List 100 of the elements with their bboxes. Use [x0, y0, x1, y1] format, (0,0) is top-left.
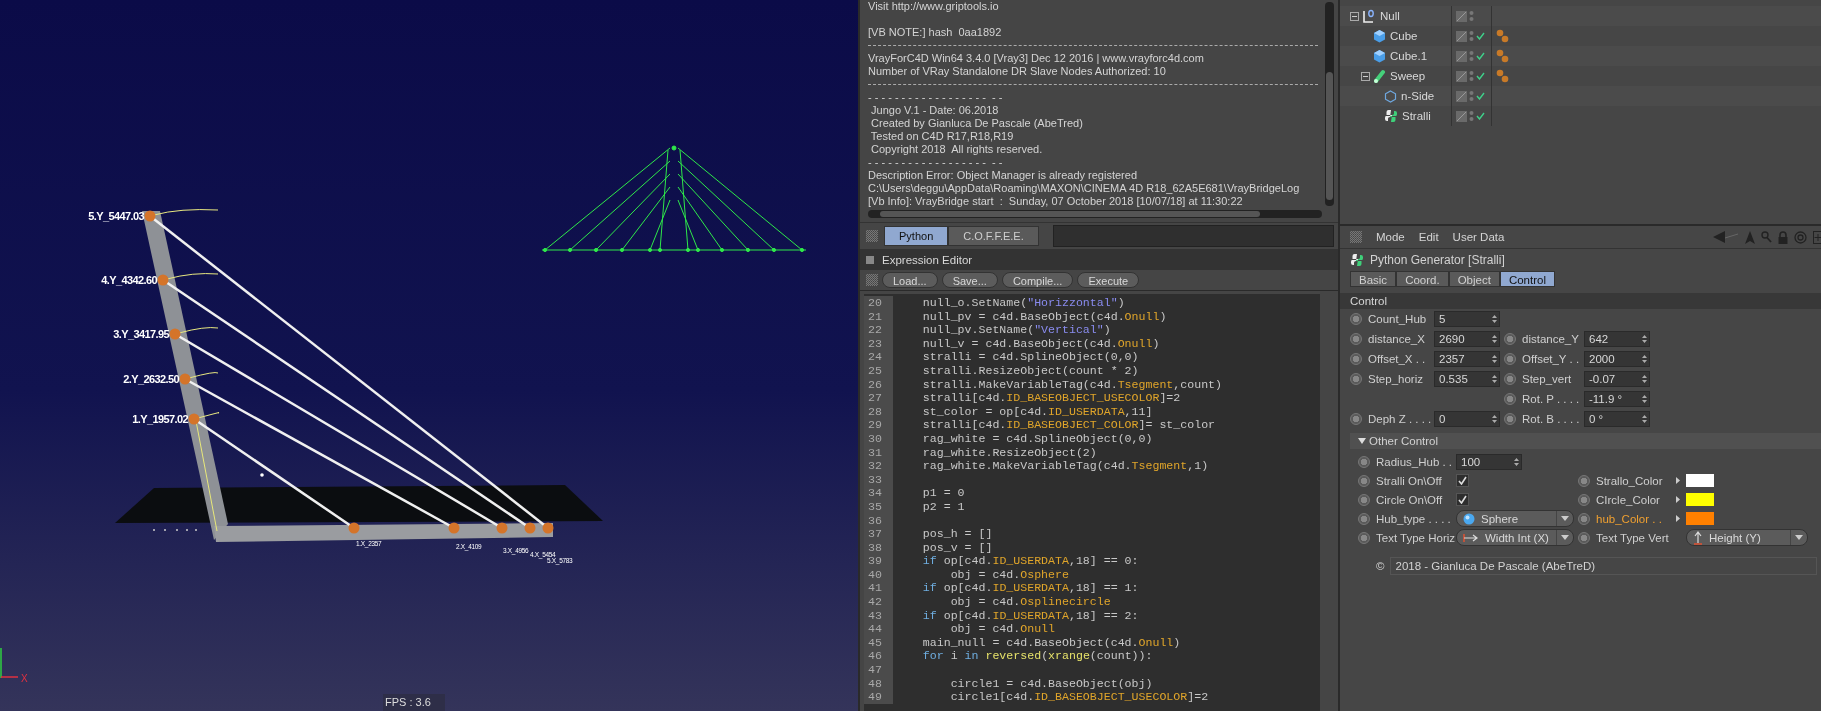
- checkbox[interactable]: [1456, 474, 1469, 487]
- horizontal-scrollbar[interactable]: [868, 210, 1322, 218]
- material-tag-icon[interactable]: [1496, 69, 1509, 83]
- spinner-arrows-icon[interactable]: [1642, 374, 1647, 384]
- language-tab[interactable]: Python: [884, 226, 949, 246]
- keyframe-button[interactable]: [1358, 531, 1370, 544]
- target-icon[interactable]: [1794, 230, 1807, 244]
- number-field[interactable]: 100: [1456, 453, 1522, 470]
- grip-icon[interactable]: [866, 230, 878, 242]
- number-field[interactable]: 0: [1434, 411, 1500, 427]
- layer-icon[interactable]: [1456, 30, 1467, 42]
- number-field[interactable]: -11.9 °: [1584, 391, 1650, 407]
- check-icon[interactable]: [1476, 32, 1485, 40]
- layer-icon[interactable]: [1456, 50, 1467, 62]
- visibility-dots-icon[interactable]: [1469, 30, 1474, 42]
- caret-icon[interactable]: [1561, 535, 1569, 540]
- search-icon[interactable]: [1761, 231, 1772, 243]
- material-tag-icon[interactable]: [1496, 29, 1509, 43]
- keyframe-button[interactable]: [1350, 373, 1362, 385]
- keyframe-button[interactable]: [1504, 373, 1516, 385]
- keyframe-button[interactable]: [1350, 353, 1362, 365]
- spinner-arrows-icon[interactable]: [1492, 314, 1497, 324]
- menu-item[interactable]: Edit: [1418, 231, 1439, 243]
- language-tab[interactable]: C.O.F.F.E.E.: [948, 226, 1039, 246]
- number-field[interactable]: 2000: [1584, 351, 1650, 367]
- number-field[interactable]: 642: [1584, 331, 1650, 347]
- number-field[interactable]: 2357: [1434, 351, 1500, 367]
- vertical-scrollbar[interactable]: [1325, 2, 1334, 206]
- keyframe-button[interactable]: [1578, 512, 1590, 525]
- lock-icon[interactable]: [1778, 230, 1788, 244]
- caret-icon[interactable]: [1795, 535, 1803, 540]
- attribute-tab[interactable]: Control: [1499, 271, 1555, 287]
- material-tag-icon[interactable]: [1496, 49, 1509, 63]
- number-field[interactable]: -0.07: [1584, 371, 1650, 387]
- number-field[interactable]: 0.535: [1434, 371, 1500, 387]
- dropdown[interactable]: Height (Y): [1686, 529, 1808, 546]
- object-name[interactable]: Stralli: [1402, 110, 1431, 122]
- cursor-arrow-icon[interactable]: [1745, 230, 1755, 244]
- menu-item[interactable]: Mode: [1376, 231, 1405, 243]
- keyframe-button[interactable]: [1504, 333, 1516, 345]
- keyframe-button[interactable]: [1358, 493, 1370, 506]
- spinner-arrows-icon[interactable]: [1492, 374, 1497, 384]
- keyframe-button[interactable]: [1358, 512, 1370, 525]
- number-field[interactable]: 0 °: [1584, 411, 1650, 427]
- attribute-tab[interactable]: Basic: [1350, 271, 1397, 287]
- object-name[interactable]: Cube.1: [1390, 50, 1428, 62]
- grip-icon[interactable]: [866, 274, 878, 286]
- new-panel-icon[interactable]: [1813, 230, 1821, 244]
- object-name[interactable]: Null: [1380, 10, 1400, 22]
- checkbox[interactable]: [1456, 493, 1469, 506]
- expand-arrow-icon[interactable]: [1676, 515, 1680, 522]
- layer-icon[interactable]: [1456, 10, 1467, 22]
- check-icon[interactable]: [1476, 52, 1485, 60]
- keyframe-button[interactable]: [1504, 393, 1516, 405]
- spinner-arrows-icon[interactable]: [1642, 334, 1647, 344]
- color-swatch[interactable]: [1686, 512, 1714, 525]
- visibility-dots-icon[interactable]: [1469, 50, 1474, 62]
- object-name[interactable]: Sweep: [1390, 70, 1426, 82]
- check-icon[interactable]: [1476, 112, 1485, 120]
- color-swatch[interactable]: [1686, 474, 1714, 487]
- menu-item[interactable]: User Data: [1452, 231, 1505, 243]
- object-name[interactable]: n-Side: [1401, 90, 1435, 102]
- spinner-arrows-icon[interactable]: [1642, 354, 1647, 364]
- visibility-dots-icon[interactable]: [1469, 90, 1474, 102]
- spinner-arrows-icon[interactable]: [1492, 334, 1497, 344]
- keyframe-button[interactable]: [1350, 413, 1362, 425]
- back-arrow-icon[interactable]: [1713, 231, 1739, 243]
- attribute-tab[interactable]: Object: [1448, 271, 1500, 287]
- color-swatch[interactable]: [1686, 493, 1714, 506]
- group-header[interactable]: Other Control: [1350, 433, 1821, 449]
- keyframe-button[interactable]: [1350, 333, 1362, 345]
- number-field[interactable]: 5: [1434, 311, 1500, 327]
- keyframe-button[interactable]: [1578, 531, 1590, 544]
- caret-icon[interactable]: [1561, 516, 1569, 521]
- command-input-field[interactable]: [1052, 225, 1334, 247]
- collapse-toggle[interactable]: [1350, 11, 1359, 21]
- attribute-tab[interactable]: Coord.: [1396, 271, 1449, 287]
- editor-button[interactable]: Load...: [882, 272, 938, 288]
- spinner-arrows-icon[interactable]: [1492, 354, 1497, 364]
- collapse-arrow-icon[interactable]: [1358, 438, 1366, 444]
- visibility-dots-icon[interactable]: [1469, 110, 1474, 122]
- keyframe-button[interactable]: [1358, 474, 1370, 487]
- keyframe-button[interactable]: [1358, 455, 1370, 468]
- spinner-arrows-icon[interactable]: [1514, 456, 1519, 467]
- number-field[interactable]: 2690: [1434, 331, 1500, 347]
- keyframe-button[interactable]: [1578, 474, 1590, 487]
- editor-button[interactable]: Save...: [941, 272, 998, 288]
- layer-icon[interactable]: [1456, 90, 1467, 102]
- check-icon[interactable]: [1476, 92, 1485, 100]
- dropdown[interactable]: Sphere: [1456, 510, 1574, 527]
- keyframe-button[interactable]: [1578, 493, 1590, 506]
- spinner-arrows-icon[interactable]: [1492, 414, 1497, 424]
- layer-icon[interactable]: [1456, 110, 1467, 122]
- grip-icon[interactable]: [1350, 231, 1362, 243]
- editor-button[interactable]: Compile...: [1001, 272, 1074, 288]
- collapse-toggle[interactable]: [1361, 71, 1370, 81]
- expand-arrow-icon[interactable]: [1676, 477, 1680, 484]
- expand-arrow-icon[interactable]: [1676, 496, 1680, 503]
- spinner-arrows-icon[interactable]: [1642, 394, 1647, 404]
- visibility-dots-icon[interactable]: [1469, 70, 1474, 82]
